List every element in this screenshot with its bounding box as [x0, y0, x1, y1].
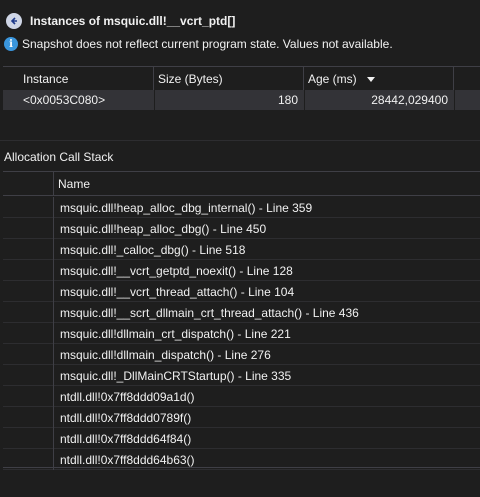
list-item[interactable]: msquic.dll!heap_alloc_dbg() - Line 450	[3, 218, 480, 239]
list-item[interactable]: ntdll.dll!0x7ff8ddd09a1d()	[3, 386, 480, 407]
frame-name: msquic.dll!heap_alloc_dbg() - Line 450	[60, 221, 267, 236]
frame-gutter	[3, 218, 54, 239]
frame-name: ntdll.dll!0x7ff8ddd64f84()	[60, 431, 192, 446]
frame-name: msquic.dll!_calloc_dbg() - Line 518	[60, 242, 246, 257]
size-cell: 180	[277, 93, 298, 107]
frame-name: ntdll.dll!0x7ff8ddd64b63()	[60, 452, 195, 467]
call-stack-table: Name msquic.dll!heap_alloc_dbg_internal(…	[3, 171, 480, 470]
frame-name: msquic.dll!dllmain_crt_dispatch() - Line…	[60, 326, 291, 341]
section-divider	[0, 140, 480, 141]
back-arrow-icon[interactable]	[6, 13, 22, 29]
age-cell: 28442,029400	[371, 93, 448, 107]
column-header-name[interactable]: Name	[58, 172, 90, 196]
column-header-instance[interactable]: Instance	[3, 67, 154, 91]
frame-gutter	[3, 302, 54, 323]
list-item[interactable]: msquic.dll!__vcrt_getptd_noexit() - Line…	[3, 260, 480, 281]
list-item[interactable]: ntdll.dll!0x7ff8ddd0789f()	[3, 407, 480, 428]
gutter-column-header	[3, 172, 54, 196]
frame-name: msquic.dll!__vcrt_thread_attach() - Line…	[60, 284, 295, 299]
column-label-size: Size (Bytes)	[158, 72, 223, 86]
info-icon: i	[4, 37, 18, 51]
frame-gutter	[3, 365, 54, 386]
sort-descending-icon	[366, 76, 375, 82]
instance-cell: <0x0053C080>	[23, 93, 106, 107]
title-bar: Instances of msquic.dll!__vcrt_ptd[]	[0, 9, 480, 33]
frame-gutter	[3, 323, 54, 344]
column-label-age: Age (ms)	[308, 72, 357, 86]
column-divider	[454, 90, 455, 110]
list-item[interactable]: msquic.dll!dllmain_dispatch() - Line 276	[3, 344, 480, 365]
list-item[interactable]: msquic.dll!__vcrt_thread_attach() - Line…	[3, 281, 480, 302]
frame-gutter	[3, 386, 54, 407]
list-item[interactable]: msquic.dll!_calloc_dbg() - Line 518	[3, 239, 480, 260]
frame-gutter	[3, 260, 54, 281]
frame-name: msquic.dll!__vcrt_getptd_noexit() - Line…	[60, 263, 293, 278]
frame-name: msquic.dll!dllmain_dispatch() - Line 276	[60, 347, 271, 362]
list-item[interactable]: msquic.dll!__scrt_dllmain_crt_thread_att…	[3, 302, 480, 323]
call-stack-header: Name	[3, 172, 480, 196]
column-header-age[interactable]: Age (ms)	[304, 67, 454, 91]
frame-name: msquic.dll!_DllMainCRTStartup() - Line 3…	[60, 368, 292, 383]
frame-gutter	[3, 197, 54, 218]
instances-header: Instance Size (Bytes) Age (ms)	[3, 66, 480, 91]
list-item[interactable]: msquic.dll!_DllMainCRTStartup() - Line 3…	[3, 365, 480, 386]
frame-gutter	[3, 407, 54, 428]
frame-name: msquic.dll!__scrt_dllmain_crt_thread_att…	[60, 305, 359, 320]
frame-name: ntdll.dll!0x7ff8ddd0789f()	[60, 410, 192, 425]
table-row[interactable]: <0x0053C080> 180 28442,029400	[3, 90, 480, 110]
frame-gutter	[3, 281, 54, 302]
frame-gutter	[3, 428, 54, 449]
column-label-name: Name	[58, 177, 91, 191]
list-item[interactable]: msquic.dll!dllmain_crt_dispatch() - Line…	[3, 323, 480, 344]
call-stack-label: Allocation Call Stack	[4, 150, 114, 164]
column-label-instance: Instance	[23, 72, 69, 86]
list-item[interactable]: ntdll.dll!0x7ff8ddd64b63()	[3, 449, 480, 470]
instances-table: Instance Size (Bytes) Age (ms) <0x0053C0…	[0, 66, 480, 112]
frame-gutter	[3, 239, 54, 260]
page-title: Instances of msquic.dll!__vcrt_ptd[]	[30, 14, 236, 28]
list-item[interactable]: ntdll.dll!0x7ff8ddd64f84()	[3, 428, 480, 449]
frame-name: msquic.dll!heap_alloc_dbg_internal() - L…	[60, 200, 313, 215]
list-item[interactable]: msquic.dll!heap_alloc_dbg_internal() - L…	[3, 197, 480, 218]
column-header-size[interactable]: Size (Bytes)	[154, 67, 304, 91]
frame-name: ntdll.dll!0x7ff8ddd09a1d()	[60, 389, 195, 404]
call-stack-frames: msquic.dll!heap_alloc_dbg_internal() - L…	[3, 197, 480, 470]
frame-gutter	[3, 344, 54, 365]
info-message: Snapshot does not reflect current progra…	[22, 37, 393, 51]
info-bar: i Snapshot does not reflect current prog…	[0, 34, 480, 54]
frame-gutter	[3, 449, 54, 470]
